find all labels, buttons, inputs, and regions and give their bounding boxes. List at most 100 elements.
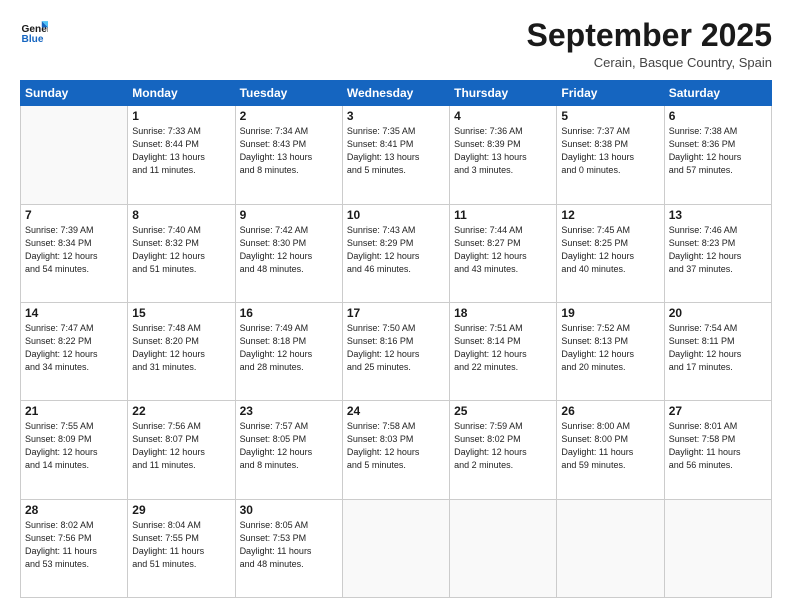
month-title: September 2025 bbox=[527, 18, 772, 53]
day-info: Sunrise: 8:04 AMSunset: 7:55 PMDaylight:… bbox=[132, 519, 230, 571]
col-tuesday: Tuesday bbox=[235, 81, 342, 106]
day-info: Sunrise: 7:58 AMSunset: 8:03 PMDaylight:… bbox=[347, 420, 445, 472]
table-row: 13 Sunrise: 7:46 AMSunset: 8:23 PMDayligh… bbox=[664, 204, 771, 302]
day-number: 8 bbox=[132, 208, 230, 222]
table-row: 6Sunrise: 7:38 AMSunset: 8:36 PMDaylight… bbox=[664, 106, 771, 204]
day-number: 19 bbox=[561, 306, 659, 320]
day-number: 23 bbox=[240, 404, 338, 418]
day-info: Sunrise: 7:52 AMSunset: 8:13 PMDaylight:… bbox=[561, 322, 659, 374]
table-row: 21Sunrise: 7:55 AMSunset: 8:09 PMDayligh… bbox=[21, 401, 128, 499]
table-row: 24 Sunrise: 7:58 AMSunset: 8:03 PMDayligh… bbox=[342, 401, 449, 499]
day-number: 3 bbox=[347, 109, 445, 123]
day-info: Sunrise: 7:54 AMSunset: 8:11 PMDaylight:… bbox=[669, 322, 767, 374]
table-row bbox=[450, 499, 557, 597]
day-number: 16 bbox=[240, 306, 338, 320]
day-info: Sunrise: 8:01 AMSunset: 7:58 PMDaylight:… bbox=[669, 420, 767, 472]
table-row: 18 Sunrise: 7:51 AMSunset: 8:14 PMDayligh… bbox=[450, 302, 557, 400]
table-row: 25 Sunrise: 7:59 AMSunset: 8:02 PMDayligh… bbox=[450, 401, 557, 499]
calendar-week-row: 7Sunrise: 7:39 AMSunset: 8:34 PMDaylight… bbox=[21, 204, 772, 302]
day-number: 28 bbox=[25, 503, 123, 517]
day-info: Sunrise: 7:48 AMSunset: 8:20 PMDaylight:… bbox=[132, 322, 230, 374]
day-number: 13 bbox=[669, 208, 767, 222]
table-row: 8 Sunrise: 7:40 AMSunset: 8:32 PMDaylight… bbox=[128, 204, 235, 302]
day-info: Sunrise: 7:46 AMSunset: 8:23 PMDaylight:… bbox=[669, 224, 767, 276]
table-row: 19 Sunrise: 7:52 AMSunset: 8:13 PMDayligh… bbox=[557, 302, 664, 400]
logo-icon: General Blue bbox=[20, 18, 48, 46]
day-number: 7 bbox=[25, 208, 123, 222]
table-row: 4 Sunrise: 7:36 AMSunset: 8:39 PMDaylight… bbox=[450, 106, 557, 204]
col-thursday: Thursday bbox=[450, 81, 557, 106]
day-number: 11 bbox=[454, 208, 552, 222]
day-number: 17 bbox=[347, 306, 445, 320]
svg-text:Blue: Blue bbox=[22, 34, 44, 45]
table-row: 20 Sunrise: 7:54 AMSunset: 8:11 PMDayligh… bbox=[664, 302, 771, 400]
calendar-week-row: 14 Sunrise: 7:47 AMSunset: 8:22 PMDayligh… bbox=[21, 302, 772, 400]
table-row: 17 Sunrise: 7:50 AMSunset: 8:16 PMDayligh… bbox=[342, 302, 449, 400]
table-row: 30 Sunrise: 8:05 AMSunset: 7:53 PMDayligh… bbox=[235, 499, 342, 597]
calendar-header-row: Sunday Monday Tuesday Wednesday Thursday… bbox=[21, 81, 772, 106]
day-info: Sunrise: 7:59 AMSunset: 8:02 PMDaylight:… bbox=[454, 420, 552, 472]
logo: General Blue bbox=[20, 18, 48, 46]
table-row: 29Sunrise: 8:04 AMSunset: 7:55 PMDayligh… bbox=[128, 499, 235, 597]
calendar-table: Sunday Monday Tuesday Wednesday Thursday… bbox=[20, 80, 772, 598]
day-number: 25 bbox=[454, 404, 552, 418]
table-row bbox=[21, 106, 128, 204]
title-block: September 2025 Cerain, Basque Country, S… bbox=[527, 18, 772, 70]
day-info: Sunrise: 7:38 AMSunset: 8:36 PMDaylight:… bbox=[669, 125, 767, 177]
day-info: Sunrise: 7:36 AMSunset: 8:39 PMDaylight:… bbox=[454, 125, 552, 177]
day-info: Sunrise: 7:51 AMSunset: 8:14 PMDaylight:… bbox=[454, 322, 552, 374]
page: General Blue September 2025 Cerain, Basq… bbox=[0, 0, 792, 612]
col-sunday: Sunday bbox=[21, 81, 128, 106]
table-row: 9 Sunrise: 7:42 AMSunset: 8:30 PMDaylight… bbox=[235, 204, 342, 302]
table-row: 14 Sunrise: 7:47 AMSunset: 8:22 PMDayligh… bbox=[21, 302, 128, 400]
table-row: 2Sunrise: 7:34 AMSunset: 8:43 PMDaylight… bbox=[235, 106, 342, 204]
day-info: Sunrise: 8:05 AMSunset: 7:53 PMDaylight:… bbox=[240, 519, 338, 571]
day-number: 2 bbox=[240, 109, 338, 123]
day-info: Sunrise: 7:33 AMSunset: 8:44 PMDaylight:… bbox=[132, 125, 230, 177]
table-row: 5 Sunrise: 7:37 AMSunset: 8:38 PMDaylight… bbox=[557, 106, 664, 204]
table-row: 27 Sunrise: 8:01 AMSunset: 7:58 PMDayligh… bbox=[664, 401, 771, 499]
day-info: Sunrise: 7:40 AMSunset: 8:32 PMDaylight:… bbox=[132, 224, 230, 276]
day-number: 14 bbox=[25, 306, 123, 320]
day-info: Sunrise: 7:43 AMSunset: 8:29 PMDaylight:… bbox=[347, 224, 445, 276]
table-row: 11Sunrise: 7:44 AMSunset: 8:27 PMDayligh… bbox=[450, 204, 557, 302]
day-info: Sunrise: 7:45 AMSunset: 8:25 PMDaylight:… bbox=[561, 224, 659, 276]
table-row: 12Sunrise: 7:45 AMSunset: 8:25 PMDayligh… bbox=[557, 204, 664, 302]
day-info: Sunrise: 7:35 AMSunset: 8:41 PMDaylight:… bbox=[347, 125, 445, 177]
day-info: Sunrise: 7:50 AMSunset: 8:16 PMDaylight:… bbox=[347, 322, 445, 374]
calendar-week-row: 21Sunrise: 7:55 AMSunset: 8:09 PMDayligh… bbox=[21, 401, 772, 499]
day-number: 27 bbox=[669, 404, 767, 418]
day-info: Sunrise: 8:00 AMSunset: 8:00 PMDaylight:… bbox=[561, 420, 659, 472]
table-row: 1 Sunrise: 7:33 AMSunset: 8:44 PMDaylight… bbox=[128, 106, 235, 204]
table-row: 10Sunrise: 7:43 AMSunset: 8:29 PMDayligh… bbox=[342, 204, 449, 302]
location: Cerain, Basque Country, Spain bbox=[527, 55, 772, 70]
day-number: 1 bbox=[132, 109, 230, 123]
day-number: 30 bbox=[240, 503, 338, 517]
table-row: 28 Sunrise: 8:02 AMSunset: 7:56 PMDayligh… bbox=[21, 499, 128, 597]
day-info: Sunrise: 7:57 AMSunset: 8:05 PMDaylight:… bbox=[240, 420, 338, 472]
day-number: 20 bbox=[669, 306, 767, 320]
calendar-week-row: 28 Sunrise: 8:02 AMSunset: 7:56 PMDayligh… bbox=[21, 499, 772, 597]
table-row: 15Sunrise: 7:48 AMSunset: 8:20 PMDayligh… bbox=[128, 302, 235, 400]
day-info: Sunrise: 7:55 AMSunset: 8:09 PMDaylight:… bbox=[25, 420, 123, 472]
day-info: Sunrise: 7:37 AMSunset: 8:38 PMDaylight:… bbox=[561, 125, 659, 177]
day-number: 22 bbox=[132, 404, 230, 418]
table-row: 7Sunrise: 7:39 AMSunset: 8:34 PMDaylight… bbox=[21, 204, 128, 302]
day-info: Sunrise: 7:42 AMSunset: 8:30 PMDaylight:… bbox=[240, 224, 338, 276]
table-row: 16Sunrise: 7:49 AMSunset: 8:18 PMDayligh… bbox=[235, 302, 342, 400]
table-row: 23 Sunrise: 7:57 AMSunset: 8:05 PMDayligh… bbox=[235, 401, 342, 499]
col-wednesday: Wednesday bbox=[342, 81, 449, 106]
table-row: 3 Sunrise: 7:35 AMSunset: 8:41 PMDaylight… bbox=[342, 106, 449, 204]
day-number: 26 bbox=[561, 404, 659, 418]
day-number: 4 bbox=[454, 109, 552, 123]
day-info: Sunrise: 7:56 AMSunset: 8:07 PMDaylight:… bbox=[132, 420, 230, 472]
day-number: 24 bbox=[347, 404, 445, 418]
table-row bbox=[664, 499, 771, 597]
day-number: 9 bbox=[240, 208, 338, 222]
table-row bbox=[342, 499, 449, 597]
day-number: 18 bbox=[454, 306, 552, 320]
day-info: Sunrise: 8:02 AMSunset: 7:56 PMDaylight:… bbox=[25, 519, 123, 571]
day-number: 5 bbox=[561, 109, 659, 123]
col-saturday: Saturday bbox=[664, 81, 771, 106]
day-info: Sunrise: 7:47 AMSunset: 8:22 PMDaylight:… bbox=[25, 322, 123, 374]
